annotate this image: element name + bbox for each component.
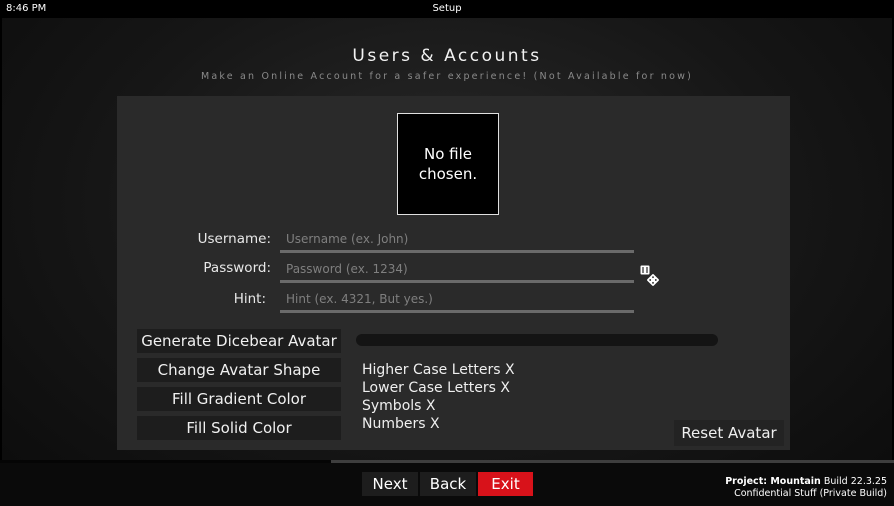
password-label: Password: [203,260,271,276]
fill-gradient-color-button[interactable]: Fill Gradient Color [137,387,341,411]
title-bar: 8:46 PM Setup [0,0,894,18]
setup-progress-fill [0,460,331,463]
username-label: Username: [197,231,271,247]
username-field-wrap [280,228,634,253]
avatar-status-text: No file chosen. [418,145,478,183]
change-avatar-shape-button[interactable]: Change Avatar Shape [137,358,341,382]
back-button[interactable]: Back [420,472,476,496]
hint-field-wrap [280,288,634,313]
avatar-file-picker[interactable]: No file chosen. [397,113,499,215]
requirement-lowercase: Lower Case Letters X [362,380,510,396]
requirement-numbers: Numbers X [362,416,440,432]
password-field-wrap [280,258,634,283]
build-number: Build 22.3.25 [823,476,887,487]
next-button[interactable]: Next [362,472,418,496]
reset-avatar-button[interactable]: Reset Avatar [674,420,784,446]
window-title: Setup [432,3,462,14]
page-subtitle: Make an Online Account for a safer exper… [200,71,694,82]
exit-button[interactable]: Exit [478,472,533,496]
hint-label: Hint: [233,291,266,307]
build-note: Confidential Stuff (Private Build) [734,488,887,499]
dice-icon[interactable] [640,265,662,289]
setup-progress-track [0,460,894,463]
page-title: Users & Accounts [352,46,542,66]
username-input[interactable] [280,228,634,250]
project-name: Project: Mountain [725,476,821,487]
password-input[interactable] [280,258,634,280]
left-border [0,18,2,506]
build-info: Project: Mountain Build 22.3.25 Confiden… [725,476,887,500]
requirement-symbols: Symbols X [362,398,436,414]
hint-input[interactable] [280,288,634,310]
requirement-uppercase: Higher Case Letters X [362,362,515,378]
generate-dicebear-avatar-button[interactable]: Generate Dicebear Avatar [137,329,341,353]
fill-solid-color-button[interactable]: Fill Solid Color [137,416,341,440]
password-strength-bar [356,334,718,346]
